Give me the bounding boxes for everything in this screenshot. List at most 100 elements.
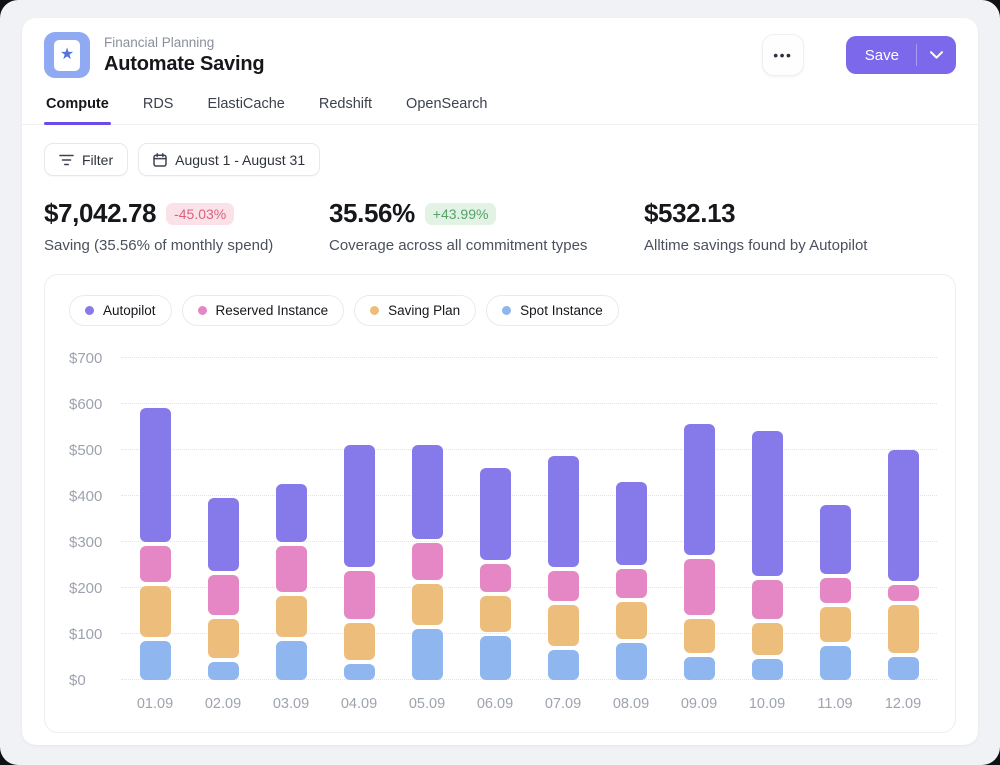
tab-elasticache[interactable]: ElastiCache [205,90,286,124]
app-icon: ★ [44,32,90,78]
bar-segment-reserved-instance[interactable] [276,546,307,592]
legend-item-spot-instance[interactable]: Spot Instance [486,295,619,326]
stacked-bar-04.09[interactable] [344,445,375,680]
bar-segment-saving-plan[interactable] [616,602,647,639]
bar-segment-spot-instance[interactable] [208,662,239,680]
stacked-bar-06.09[interactable] [480,468,511,680]
bar-segment-autopilot[interactable] [276,484,307,542]
x-tick-label: 03.09 [257,696,325,712]
save-split-button[interactable]: Save [846,36,956,74]
bar-segment-autopilot[interactable] [208,498,239,572]
save-dropdown-button[interactable] [917,36,956,74]
y-tick-label: $0 [69,672,86,689]
tab-rds[interactable]: RDS [141,90,176,124]
stacked-bar-05.09[interactable] [412,445,443,680]
bar-slot-04.09 [325,358,393,680]
filter-button[interactable]: Filter [44,143,128,176]
bar-segment-reserved-instance[interactable] [684,559,715,614]
chart-plot-area: $0$100$200$300$400$500$600$700 [69,358,943,680]
legend-item-autopilot[interactable]: Autopilot [69,295,172,326]
bar-slot-09.09 [665,358,733,680]
toolbar: Filter August 1 - August 31 [44,143,956,176]
stacked-bar-09.09[interactable] [684,424,715,680]
bar-segment-reserved-instance[interactable] [616,569,647,599]
bar-segment-autopilot[interactable] [820,505,851,574]
stacked-bar-02.09[interactable] [208,498,239,680]
bar-segment-spot-instance[interactable] [684,657,715,680]
legend-item-saving-plan[interactable]: Saving Plan [354,295,476,326]
bar-segment-saving-plan[interactable] [820,607,851,642]
bar-segment-spot-instance[interactable] [616,643,647,680]
x-tick-label: 04.09 [325,696,393,712]
bar-segment-autopilot[interactable] [344,445,375,567]
bar-segment-autopilot[interactable] [684,424,715,555]
save-button[interactable]: Save [846,36,916,74]
bar-slot-07.09 [529,358,597,680]
page-header: ★ Financial Planning Automate Saving •••… [44,32,956,78]
tab-compute[interactable]: Compute [44,90,111,124]
bar-slot-05.09 [393,358,461,680]
bar-segment-saving-plan[interactable] [480,596,511,633]
ellipsis-icon: ••• [773,47,792,63]
stacked-bar-12.09[interactable] [888,450,919,680]
bar-segment-saving-plan[interactable] [412,584,443,625]
stacked-bar-03.09[interactable] [276,484,307,680]
bar-segment-spot-instance[interactable] [276,641,307,680]
bar-segment-reserved-instance[interactable] [888,585,919,601]
tab-redshift[interactable]: Redshift [317,90,374,124]
tab-opensearch[interactable]: OpenSearch [404,90,489,124]
bar-segment-saving-plan[interactable] [140,586,171,637]
stat-block: 35.56%+43.99%Coverage across all commitm… [329,198,644,254]
bar-segment-saving-plan[interactable] [276,596,307,637]
bar-segment-autopilot[interactable] [752,431,783,576]
bar-segment-spot-instance[interactable] [752,659,783,680]
bar-segment-reserved-instance[interactable] [752,580,783,619]
stat-label: Coverage across all commitment types [329,237,644,254]
bar-segment-reserved-instance[interactable] [208,575,239,614]
more-options-button[interactable]: ••• [762,34,804,76]
bar-segment-saving-plan[interactable] [888,605,919,653]
bar-segment-reserved-instance[interactable] [344,571,375,619]
bar-segment-saving-plan[interactable] [684,619,715,654]
bar-segment-autopilot[interactable] [616,482,647,565]
main-card: ★ Financial Planning Automate Saving •••… [22,18,978,745]
bar-segment-autopilot[interactable] [480,468,511,560]
bar-segment-spot-instance[interactable] [888,657,919,680]
bar-segment-spot-instance[interactable] [412,629,443,680]
bar-slot-08.09 [597,358,665,680]
x-tick-label: 01.09 [121,696,189,712]
bar-segment-autopilot[interactable] [888,450,919,581]
chevron-down-icon [930,51,943,59]
bar-segment-saving-plan[interactable] [752,623,783,655]
page-title: Automate Saving [104,53,264,76]
bar-segment-autopilot[interactable] [140,408,171,541]
filter-button-label: Filter [82,152,113,168]
legend-item-reserved-instance[interactable]: Reserved Instance [182,295,345,326]
stacked-bar-01.09[interactable] [140,408,171,680]
chart-card: Autopilot Reserved Instance Saving Plan Spo… [44,274,956,733]
bar-segment-reserved-instance[interactable] [548,571,579,601]
bar-segment-saving-plan[interactable] [208,619,239,658]
bar-slot-12.09 [869,358,937,680]
date-range-button[interactable]: August 1 - August 31 [138,143,320,176]
stacked-bar-11.09[interactable] [820,505,851,680]
bar-segment-autopilot[interactable] [412,445,443,539]
calendar-icon [153,153,167,167]
y-tick-label: $300 [69,534,102,551]
bar-segment-reserved-instance[interactable] [412,543,443,580]
bar-segment-spot-instance[interactable] [344,664,375,680]
bar-segment-reserved-instance[interactable] [480,564,511,592]
bar-segment-spot-instance[interactable] [480,636,511,680]
stacked-bar-07.09[interactable] [548,456,579,680]
bar-segment-autopilot[interactable] [548,456,579,566]
bar-segment-saving-plan[interactable] [344,623,375,660]
stacked-bar-08.09[interactable] [616,482,647,680]
app-window: ★ Financial Planning Automate Saving •••… [0,0,1000,765]
bar-segment-spot-instance[interactable] [820,646,851,681]
bar-segment-reserved-instance[interactable] [140,546,171,583]
bar-segment-reserved-instance[interactable] [820,578,851,603]
bar-segment-spot-instance[interactable] [140,641,171,680]
stacked-bar-10.09[interactable] [752,431,783,680]
bar-segment-saving-plan[interactable] [548,605,579,646]
bar-segment-spot-instance[interactable] [548,650,579,680]
